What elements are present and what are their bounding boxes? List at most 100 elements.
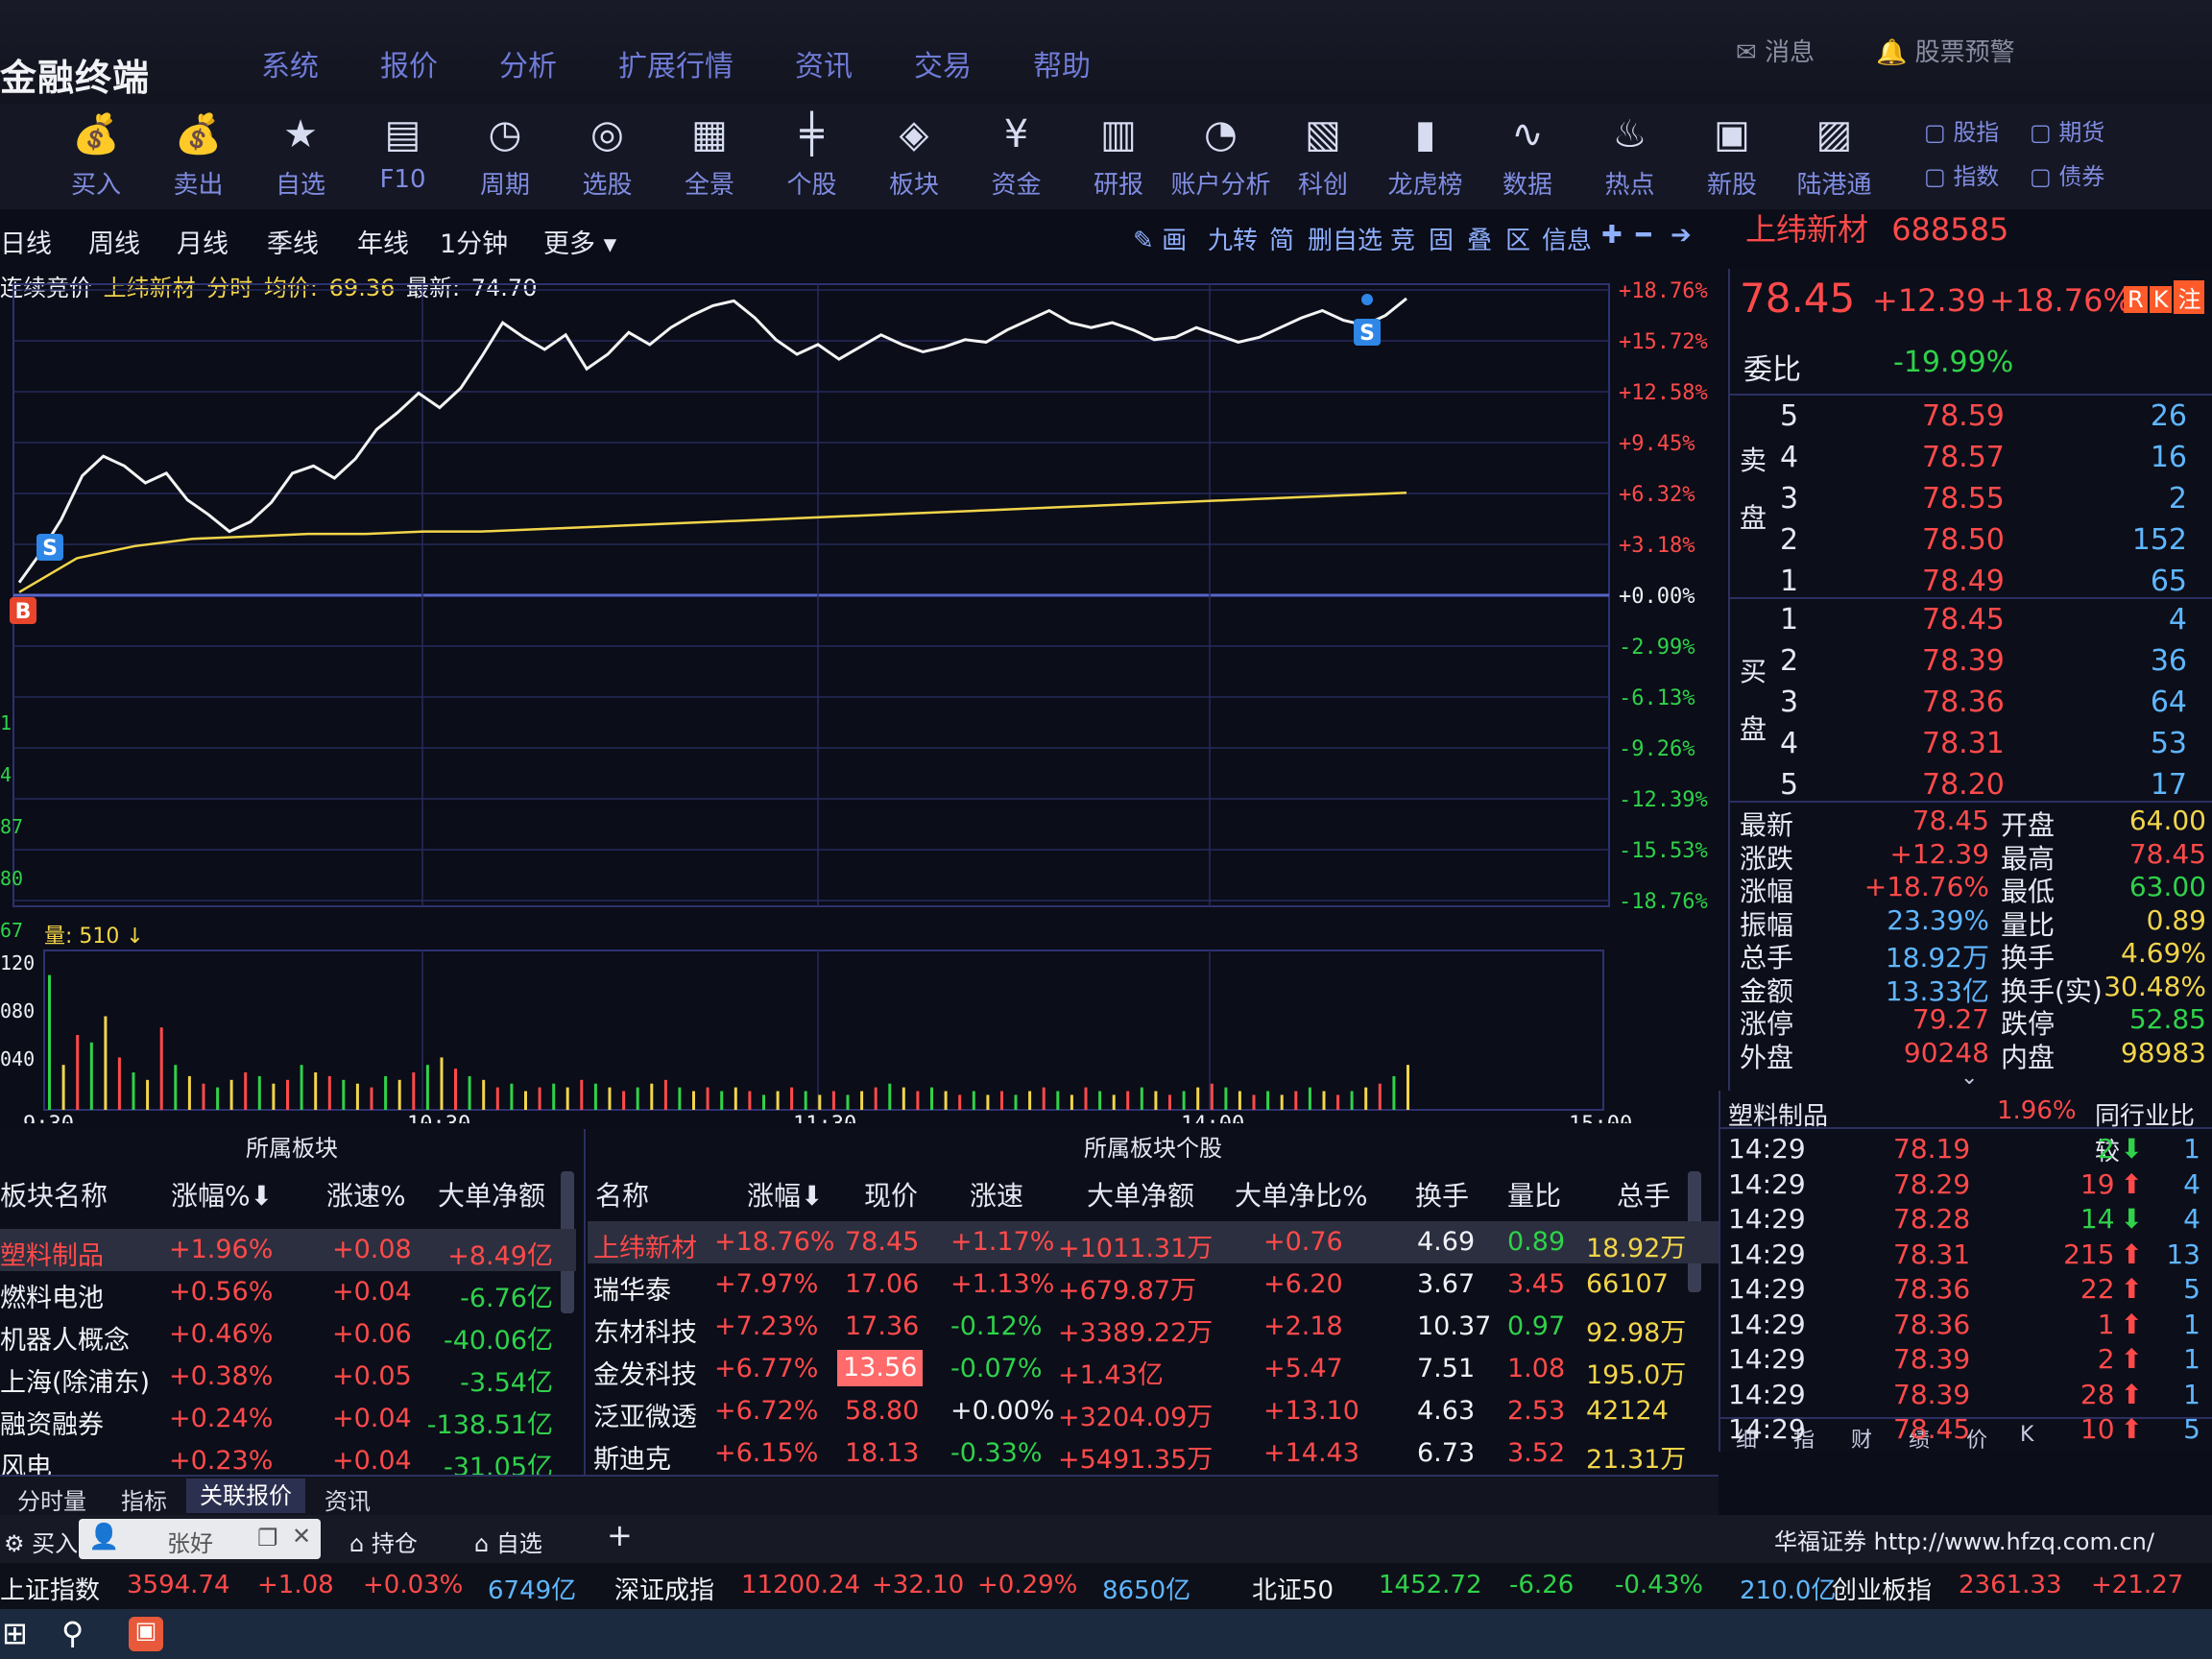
menu-analysis[interactable]: 分析 — [499, 42, 557, 84]
menu-news[interactable]: 资讯 — [795, 42, 853, 84]
toolbar-flame-button[interactable]: ♨ 热点 — [1580, 108, 1680, 201]
stocks-col-header[interactable]: 涨幅⬇ — [747, 1175, 823, 1214]
trade-marker-s[interactable]: S — [1354, 319, 1381, 346]
toolbar-grid-button[interactable]: ▦ 全景 — [660, 108, 759, 201]
period-day[interactable]: 日线 — [0, 223, 52, 260]
ask-row[interactable]: 4 78.57 16 — [1730, 441, 2212, 483]
tab-info[interactable]: 资讯 — [325, 1482, 371, 1516]
index-name[interactable]: 上证指数 — [0, 1571, 100, 1606]
period-month[interactable]: 月线 — [177, 223, 228, 260]
sector-row[interactable]: 机器人概念 +0.46% +0.06 -40.06亿 — [0, 1313, 576, 1356]
index-name[interactable]: 创业板指 — [1832, 1571, 1932, 1606]
col-sector-name[interactable]: 板块名称 — [0, 1175, 108, 1214]
bid-row[interactable]: 3 78.36 64 — [1730, 685, 2212, 728]
sector-row[interactable]: 燃料电池 +0.56% +0.04 -6.76亿 — [0, 1271, 576, 1313]
toolbar-mini-button[interactable]: ▢ 债券 — [2030, 157, 2104, 191]
toolbar-money-bag-button[interactable]: 💰 卖出 — [149, 108, 249, 201]
toolbar-line-chart-button[interactable]: ∿ 数据 — [1478, 108, 1577, 201]
bid-row[interactable]: 4 78.31 53 — [1730, 727, 2212, 769]
menu-system[interactable]: 系统 — [261, 42, 319, 84]
toolbar-mini-button[interactable]: ▢ 期货 — [2030, 113, 2104, 147]
period-1min[interactable]: 1分钟 — [440, 223, 508, 260]
app-taskbar-icon[interactable]: ▣ — [129, 1617, 163, 1651]
toolbar-yen-button[interactable]: ¥ 资金 — [967, 108, 1067, 201]
col-speed[interactable]: 涨速% — [326, 1175, 406, 1214]
tool-info[interactable]: 信息 — [1542, 221, 1592, 256]
period-more[interactable]: 更多 ▾ — [543, 223, 616, 260]
intraday-chart[interactable]: +18.76% +15.72% +12.58% +9.45% +6.32% +3.18% +… — [0, 259, 1728, 1123]
ws-hold[interactable]: ⌂ 持仓 — [349, 1525, 418, 1558]
toolbar-mini-button[interactable]: ▢ 指数 — [1924, 157, 1999, 191]
stock-row[interactable]: 瑞华泰 +7.97% 17.06 +1.13% +679.87万 +6.20 3.67 3.4… — [588, 1263, 1719, 1306]
ask-row[interactable]: 5 78.59 26 — [1730, 399, 2212, 442]
tag-k[interactable]: K — [2149, 286, 2173, 313]
trade-marker-b[interactable]: B — [10, 597, 36, 624]
index-name[interactable]: 北证50 — [1252, 1571, 1334, 1606]
toolbar-mini-button[interactable]: ▢ 股指 — [1924, 113, 1999, 147]
sector-row[interactable]: 上海(除浦东) +0.38% +0.05 -3.54亿 — [0, 1356, 576, 1398]
menu-quote[interactable]: 报价 — [380, 42, 438, 84]
stocks-col-header[interactable]: 名称 — [595, 1175, 649, 1214]
stocks-col-header[interactable]: 现价 — [864, 1175, 918, 1214]
toolbar-ipo-button[interactable]: ▣ 新股 — [1682, 108, 1782, 201]
stock-row[interactable]: 金发科技 +6.77% 13.56 -0.07% +1.43亿 +5.47 7.51 1.08… — [588, 1348, 1719, 1390]
bid-row[interactable]: 2 78.39 36 — [1730, 644, 2212, 686]
stock-row[interactable]: 斯迪克 +6.15% 18.13 -0.33% +5491.35万 +14.43 6.73 3… — [588, 1432, 1719, 1475]
trade-marker-s[interactable]: S — [36, 534, 63, 561]
tick-sector-name[interactable]: 塑料制品 — [1728, 1096, 1828, 1132]
toolbar-f10-button[interactable]: ▤ F10 — [353, 108, 453, 194]
stocks-col-header[interactable]: 量比 — [1507, 1175, 1561, 1214]
stock-row[interactable]: 上纬新材 +18.76% 78.45 +1.17% +1011.31万 +0.76 4.69… — [588, 1221, 1719, 1263]
toolbar-layers-button[interactable]: ◈ 板块 — [864, 108, 964, 201]
zoom-out-icon[interactable]: ━ — [1636, 221, 1651, 250]
stock-row[interactable]: 泛亚微透 +6.72% 58.80 +0.00% +3204.09万 +13.10 4.63… — [588, 1390, 1719, 1432]
stocks-col-header[interactable]: 大单净额 — [1087, 1175, 1194, 1214]
step-right-icon[interactable]: ➔ — [1671, 221, 1692, 250]
toolbar-candle-button[interactable]: ╪ 个股 — [762, 108, 862, 201]
tab-indicator[interactable]: 指标 — [121, 1482, 167, 1516]
toolbar-report-button[interactable]: ▥ 研报 — [1069, 108, 1168, 201]
period-week[interactable]: 周线 — [88, 223, 140, 260]
tab-related-quote[interactable]: 关联报价 — [186, 1479, 305, 1513]
user-tab[interactable]: 👤 张好 ❐ ✕ — [79, 1519, 321, 1559]
ask-row[interactable]: 3 78.55 2 — [1730, 482, 2212, 524]
stocks-col-header[interactable]: 涨速 — [970, 1175, 1023, 1214]
zoom-in-icon[interactable]: ✚ — [1601, 221, 1623, 250]
tool-auction[interactable]: 竞 — [1390, 221, 1415, 256]
ws-fav[interactable]: ⌂ 自选 — [474, 1525, 542, 1558]
tag-note[interactable]: 注 — [2174, 280, 2205, 314]
ask-row[interactable]: 1 78.49 65 — [1730, 565, 2212, 607]
stocks-col-header[interactable]: 换手 — [1415, 1175, 1469, 1214]
alert-button[interactable]: 🔔 股票预警 — [1876, 33, 2015, 68]
message-button[interactable]: ✉ 消息 — [1736, 33, 1815, 68]
period-year[interactable]: 年线 — [357, 223, 409, 260]
sector-row[interactable]: 融资融券 +0.24% +0.04 -138.51亿 — [0, 1398, 576, 1440]
expand-chevron-icon[interactable]: ⌄ — [1960, 1066, 1978, 1090]
toolbar-pick-button[interactable]: ◎ 选股 — [558, 108, 658, 201]
tool-simple[interactable]: 简 — [1269, 221, 1294, 256]
col-net[interactable]: 大单净额 — [438, 1175, 545, 1214]
index-name[interactable]: 深证成指 — [614, 1571, 714, 1606]
toolbar-pie-button[interactable]: ◔ 账户分析 — [1171, 108, 1271, 201]
sector-row[interactable]: 塑料制品 +1.96% +0.08 +8.49亿 — [0, 1229, 576, 1271]
tool-del-fav[interactable]: 删自选 — [1308, 221, 1382, 256]
bid-row[interactable]: 1 78.45 4 — [1730, 603, 2212, 645]
add-tab-button[interactable]: + — [607, 1517, 633, 1553]
menu-help[interactable]: 帮助 — [1033, 42, 1091, 84]
toolbar-kechuang-button[interactable]: ▧ 科创 — [1273, 108, 1373, 201]
close-icon[interactable]: ✕ — [292, 1523, 311, 1550]
toolbar-clock-button[interactable]: ◷ 周期 — [455, 108, 555, 201]
col-pct[interactable]: 涨幅%⬇ — [171, 1175, 273, 1214]
windows-start-icon[interactable]: ⊞ — [2, 1615, 28, 1651]
toolbar-star-button[interactable]: ★ 自选 — [251, 108, 350, 201]
toolbar-hk-button[interactable]: ▨ 陆港通 — [1785, 108, 1885, 201]
draw-tool[interactable]: ✎ 画 — [1133, 221, 1187, 256]
tool-overlay[interactable]: 叠 — [1467, 221, 1492, 256]
tag-r[interactable]: R — [2124, 286, 2148, 313]
stocks-col-header[interactable]: 大单净比% — [1235, 1175, 1368, 1214]
window-icon[interactable]: ❐ — [257, 1525, 278, 1551]
toolbar-bar-button[interactable]: ▮ 龙虎榜 — [1376, 108, 1476, 201]
ask-row[interactable]: 2 78.50 152 — [1730, 523, 2212, 565]
period-quarter[interactable]: 季线 — [267, 223, 319, 260]
stocks-col-header[interactable]: 总手 — [1617, 1175, 1671, 1214]
